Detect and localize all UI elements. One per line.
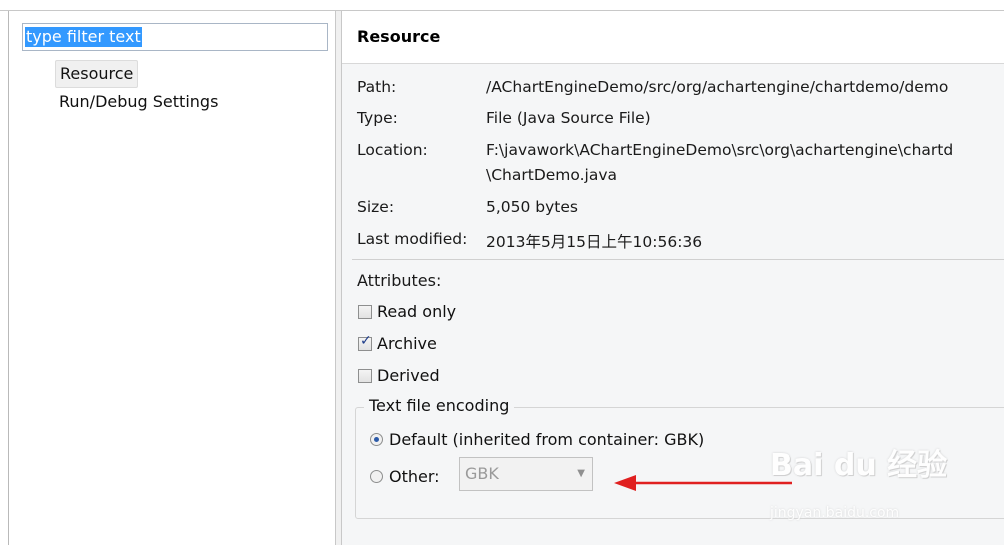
pane-splitter[interactable] — [335, 11, 342, 545]
default-encoding-label: Default (inherited from container: GBK) — [389, 430, 705, 449]
derived-label: Derived — [377, 366, 440, 385]
filter-input[interactable] — [22, 23, 328, 51]
derived-checkbox[interactable]: Derived — [358, 366, 440, 385]
path-label: Path: — [357, 78, 397, 96]
radio-selected-icon — [370, 433, 383, 446]
encoding-select-value: GBK — [465, 464, 499, 483]
read-only-checkbox[interactable]: Read only — [358, 302, 456, 321]
archive-label: Archive — [377, 334, 437, 353]
last-modified-label: Last modified: — [357, 230, 468, 248]
tree-item-resource[interactable]: Resource — [55, 60, 139, 88]
checkbox-unchecked-icon — [358, 368, 372, 383]
baidu-watermark-logo: Bai du 经验 — [770, 448, 948, 483]
baidu-watermark-url: jingyan.baidu.com — [770, 505, 900, 521]
size-label: Size: — [357, 198, 395, 216]
other-encoding-label: Other: — [389, 467, 440, 486]
radio-unselected-icon — [370, 470, 383, 483]
page-title: Resource — [357, 27, 441, 46]
read-only-label: Read only — [377, 302, 457, 321]
other-encoding-radio[interactable]: Other: — [370, 467, 440, 486]
path-value: /AChartEngineDemo/src/org/achartengine/c… — [486, 78, 949, 96]
tree-item-run-debug-settings[interactable]: Run/Debug Settings — [55, 89, 222, 115]
type-value: File (Java Source File) — [486, 109, 651, 127]
location-value-line2: \ChartDemo.java — [486, 166, 618, 184]
attributes-label: Attributes: — [357, 271, 442, 290]
checkbox-checked-icon: ✓ — [358, 332, 372, 351]
location-label: Location: — [357, 141, 428, 159]
last-modified-value: 2013年5月15日上午10:56:36 — [486, 233, 703, 251]
window-top-edge — [0, 0, 1004, 11]
separator — [352, 259, 1004, 260]
archive-checkbox[interactable]: ✓ Archive — [358, 332, 437, 353]
checkbox-unchecked-icon — [358, 304, 372, 319]
chevron-down-icon: ▼ — [577, 468, 585, 479]
encoding-group-title: Text file encoding — [364, 396, 515, 415]
location-value-line1: F:\javawork\AChartEngineDemo\src\org\ach… — [486, 141, 954, 159]
panel-header: Resource — [342, 11, 1004, 64]
size-value: 5,050 bytes — [486, 198, 579, 216]
type-label: Type: — [357, 109, 398, 127]
default-encoding-radio[interactable]: Default (inherited from container: GBK) — [370, 430, 704, 449]
encoding-select[interactable]: GBK ▼ — [459, 457, 593, 491]
navigation-pane: type filter text Resource Run/Debug Sett… — [8, 11, 336, 545]
